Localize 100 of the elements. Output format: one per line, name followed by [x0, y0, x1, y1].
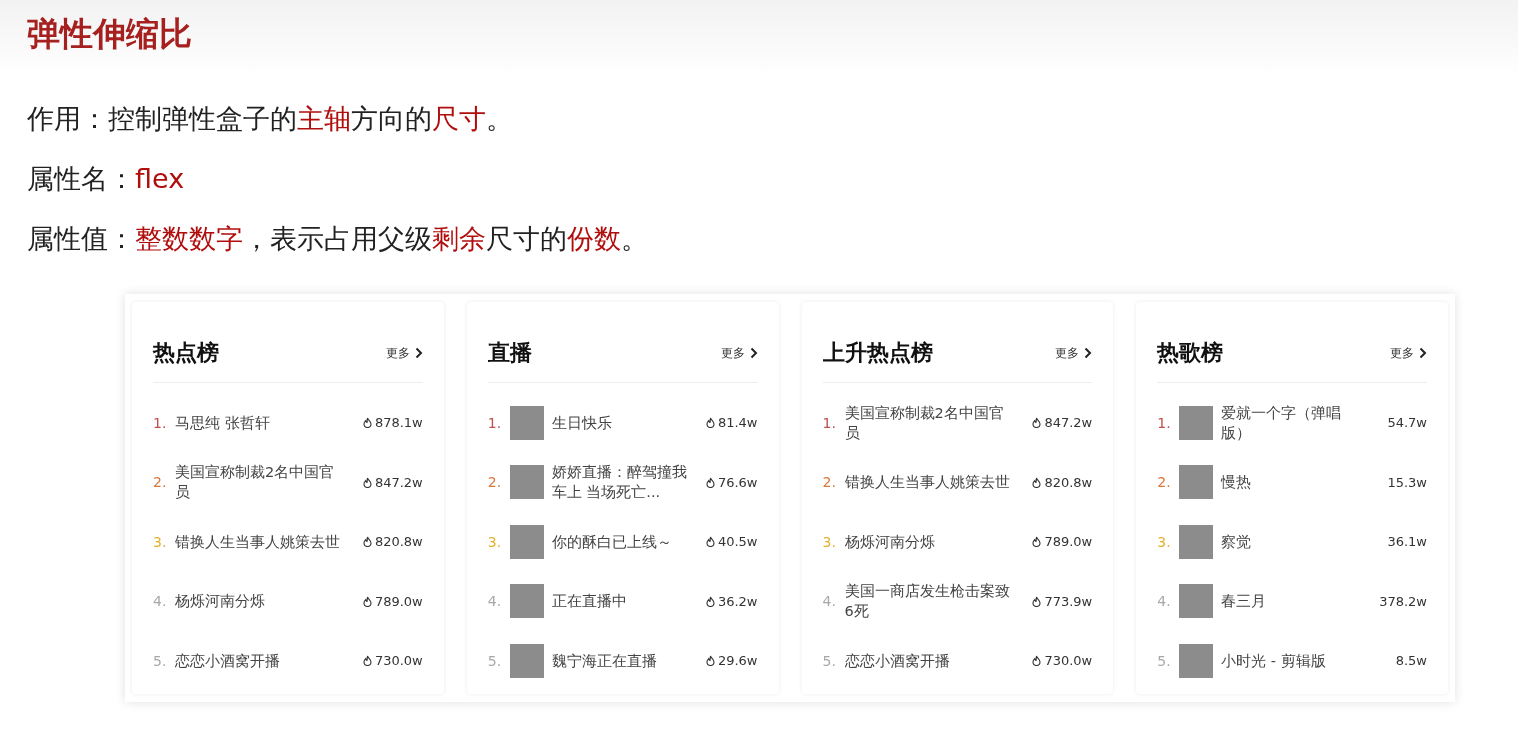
list-item[interactable]: 3. 察觉 36.1w [1157, 512, 1427, 572]
view-count: 81.4w [717, 415, 758, 431]
rank-number: 2. [487, 474, 503, 491]
view-count: 36.1w [1387, 534, 1427, 550]
card-title: 直播 [487, 339, 532, 367]
view-count: 54.7w [1387, 415, 1427, 431]
list-item[interactable]: 5. 恋恋小酒窝开播 730.0w [822, 631, 1093, 691]
rank-number: 4. [1157, 593, 1172, 610]
rank-number: 2. [1157, 474, 1172, 491]
list-item[interactable]: 4. 正在直播中 36.2w [487, 571, 758, 631]
rank-number: 1. [153, 414, 168, 431]
list-item[interactable]: 1. 马思纯 张哲轩 878.1w [153, 393, 423, 453]
item-title: 错换人生当事人姚策去世 [175, 532, 341, 552]
item-title: 马思纯 张哲轩 [175, 413, 271, 433]
body-text: 作用：控制弹性盒子的主轴方向的尺寸。 [27, 102, 514, 136]
more-link[interactable]: 更多 [1055, 334, 1093, 362]
photo-placeholder [1179, 465, 1214, 500]
view-count: 878.1w [374, 415, 423, 431]
photo-placeholder [509, 524, 544, 559]
list-item[interactable]: 2. 错换人生当事人姚策去世 820.8w [822, 452, 1093, 512]
item-title: 恋恋小酒窝开播 [175, 651, 281, 671]
view-count: 15.3w [1387, 474, 1427, 490]
rank-number: 1. [822, 414, 837, 431]
list-item[interactable]: 2. 慢热 15.3w [1157, 452, 1427, 512]
rank-number: 3. [822, 533, 837, 550]
more-link[interactable]: 更多 [1390, 334, 1427, 362]
view-count: 820.8w [1044, 474, 1093, 490]
rank-number: 4. [487, 593, 503, 610]
list-item[interactable]: 5. 小时光 - 剪辑版 8.5w [1157, 631, 1427, 691]
view-count: 76.6w [717, 474, 758, 490]
chevron-icon [749, 347, 758, 359]
photo-placeholder [509, 584, 544, 619]
rank-number: 5. [153, 652, 168, 669]
chevron-icon [414, 347, 423, 359]
rank-number: 5. [487, 652, 503, 669]
list-item[interactable]: 1. 爱就一个字（弹唱版） 54.7w [1157, 393, 1427, 453]
view-count: 789.0w [374, 593, 423, 609]
rank-number: 5. [822, 652, 837, 669]
view-count: 8.5w [1395, 653, 1427, 669]
view-count: 29.6w [717, 653, 758, 669]
photo-placeholder [1179, 643, 1214, 678]
item-title: 小时光 - 剪辑版 [1221, 651, 1327, 671]
photo-placeholder [509, 643, 544, 678]
item-title: 正在直播中 [551, 592, 628, 612]
item-title: 娇娇直播：醉驾撞我车上 当场死亡... [551, 463, 688, 503]
rank-number: 5. [1157, 652, 1172, 669]
list-item[interactable]: 4. 春三月 378.2w [1157, 571, 1427, 631]
item-title: 杨烁河南分烁 [175, 592, 266, 612]
item-title: 你的酥白已上线～ [551, 532, 673, 552]
more-link[interactable]: 更多 [385, 334, 423, 362]
photo-placeholder [1179, 405, 1214, 440]
photo-placeholder [509, 405, 544, 440]
list-item[interactable]: 3. 错换人生当事人姚策去世 820.8w [153, 512, 423, 572]
rank-number: 4. [153, 593, 168, 610]
rank-number: 3. [1157, 533, 1172, 550]
item-title: 春三月 [1221, 592, 1268, 612]
rank-number: 2. [822, 474, 837, 491]
view-count: 730.0w [1044, 653, 1093, 669]
body-text: 属性值：整数数字，表示占用父级剩余尺寸的份数。 [27, 222, 649, 256]
list-item[interactable]: 3. 杨烁河南分烁 789.0w [822, 512, 1093, 572]
photo-placeholder [1179, 524, 1214, 559]
slide-title: 弹性伸缩比 [27, 13, 193, 55]
list-item[interactable]: 5. 恋恋小酒窝开播 730.0w [153, 631, 423, 691]
list-item[interactable]: 3. 你的酥白已上线～ 40.5w [487, 512, 758, 572]
rank-number: 1. [1157, 414, 1172, 431]
item-title: 错换人生当事人姚策去世 [844, 473, 1011, 493]
list-item[interactable]: 2. 娇娇直播：醉驾撞我车上 当场死亡... 76.6w [487, 452, 758, 512]
rank-number: 4. [822, 593, 837, 610]
view-count: 36.2w [717, 593, 758, 609]
view-count: 847.2w [374, 474, 423, 490]
card-title: 热点榜 [153, 339, 219, 367]
rank-number: 3. [487, 533, 503, 550]
item-title: 恋恋小酒窝开播 [844, 651, 951, 671]
view-count: 847.2w [1044, 415, 1093, 431]
list-item[interactable]: 4. 杨烁河南分烁 789.0w [153, 571, 423, 631]
item-title: 慢热 [1221, 473, 1253, 493]
list-item[interactable]: 5. 魏宁海正在直播 29.6w [487, 631, 758, 691]
item-title: 美国宣称制裁2名中国官员 [844, 403, 1005, 443]
view-count: 730.0w [374, 653, 423, 669]
view-count: 40.5w [717, 534, 758, 550]
view-count: 773.9w [1044, 593, 1093, 609]
more-link[interactable]: 更多 [720, 334, 758, 362]
item-title: 杨烁河南分烁 [844, 532, 936, 552]
chevron-icon [1419, 347, 1427, 359]
rank-number: 3. [153, 533, 168, 550]
card-title: 热歌榜 [1157, 339, 1224, 367]
list-item[interactable]: 1. 生日快乐 81.4w [487, 393, 758, 453]
photo-placeholder [1179, 584, 1214, 619]
item-title: 魏宁海正在直播 [551, 651, 658, 671]
rank-number: 2. [153, 474, 168, 491]
rank-number: 1. [487, 414, 503, 431]
body-text: 属性名：flex [27, 162, 186, 196]
item-title: 美国宣称制裁2名中国官员 [175, 463, 336, 503]
view-count: 789.0w [1044, 534, 1093, 550]
view-count: 378.2w [1379, 593, 1427, 609]
item-title: 生日快乐 [551, 413, 613, 433]
item-title: 爱就一个字（弹唱版） [1221, 403, 1343, 443]
photo-placeholder [509, 465, 544, 500]
item-title: 察觉 [1221, 532, 1253, 552]
item-title: 美国一商店发生枪击案致6死 [844, 582, 1011, 622]
